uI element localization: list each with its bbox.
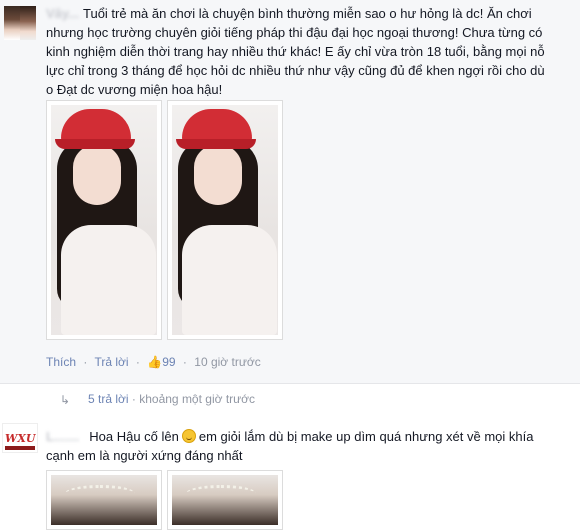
comment-1: Vây... Tuổi trẻ mà ăn chơi là chuyện bình… — [0, 0, 580, 384]
reply-arrow-icon: ↳ — [60, 393, 71, 407]
comment-text: Tuổi trẻ mà ăn chơi là chuyện bình thườn… — [46, 6, 545, 97]
photo-attachments-2 — [46, 470, 286, 530]
author-name[interactable]: L....... — [46, 429, 79, 444]
comment-actions: Thích · Trả lời · 👍99 · 10 giờ trước — [46, 355, 261, 369]
smile-emoji-icon — [181, 429, 196, 443]
replies-count-link[interactable]: 5 trả lời — [88, 392, 129, 406]
like-link[interactable]: Thích — [46, 355, 76, 369]
avatar[interactable] — [4, 6, 36, 40]
replies-time: khoảng một giờ trước — [139, 392, 256, 406]
avatar-photo-left — [4, 6, 20, 40]
replies-row[interactable]: ↳ 5 trả lời · khoảng một giờ trước — [46, 383, 580, 416]
comment-body: Vây... Tuổi trẻ mà ăn chơi là chuyện bình… — [46, 4, 546, 99]
photo-thumbnail-4[interactable] — [167, 470, 283, 530]
avatar[interactable]: WXU — [2, 423, 38, 453]
comment-time[interactable]: 10 giờ trước — [194, 355, 260, 369]
replies-summary: 5 trả lời · khoảng một giờ trước — [88, 392, 256, 406]
photo-thumbnail-3[interactable] — [46, 470, 162, 530]
avatar-logo: WXU — [5, 432, 36, 445]
thumbs-up-icon: 👍 — [147, 355, 163, 369]
photo-attachments — [46, 100, 286, 340]
like-count[interactable]: 👍99 — [147, 355, 175, 369]
avatar-photo-right — [20, 6, 36, 40]
photo-thumbnail-2[interactable] — [167, 100, 283, 340]
comment-text-start: Hoa Hậu cố lên — [89, 429, 179, 444]
reply-link[interactable]: Trả lời — [94, 355, 128, 369]
author-name[interactable]: Vây... — [46, 6, 79, 21]
photo-thumbnail-1[interactable] — [46, 100, 162, 340]
comment-body: L....... Hoa Hậu cố lên em giỏi lắm dù bị … — [46, 427, 546, 465]
